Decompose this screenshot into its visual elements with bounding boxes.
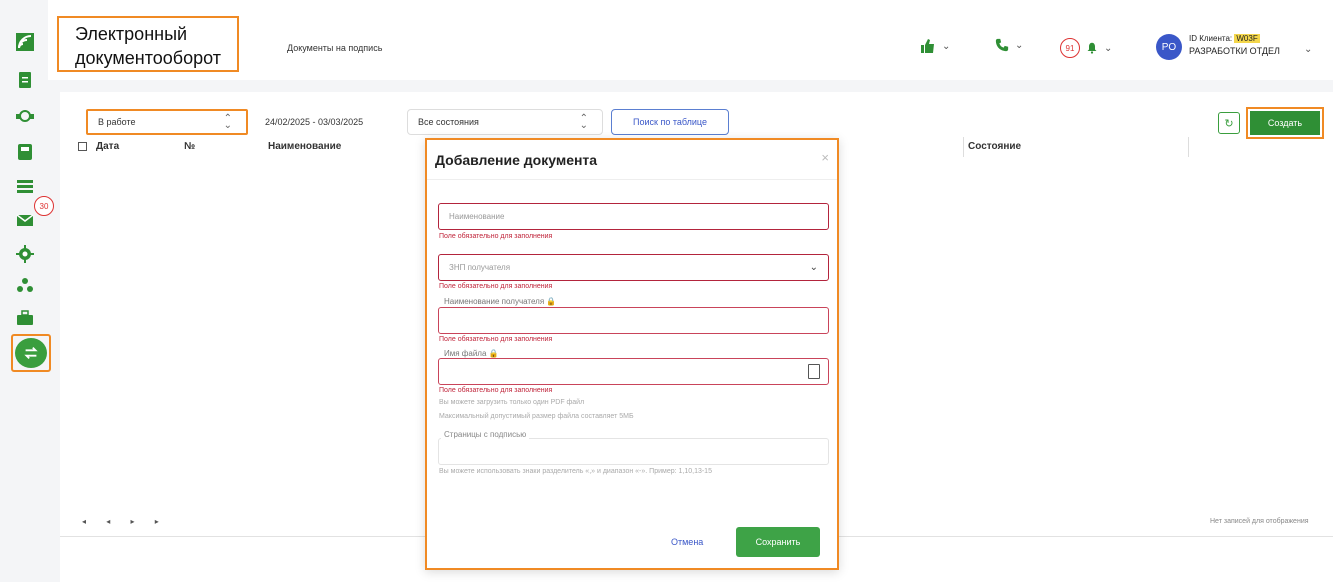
create-button-label: Создать [1250,111,1320,135]
chevron-down-icon: ⌄ [942,40,951,52]
client-id-value: W03F [1234,34,1260,43]
phone-menu[interactable]: ⌄ [995,38,1023,52]
bell-icon [1087,42,1097,54]
page-subtitle: Документы на подпись [287,43,383,53]
refresh-icon[interactable]: ↻ [1218,112,1240,134]
recipient-inn-placeholder: ЗНП получателя [449,263,511,272]
save-icon[interactable] [13,140,37,164]
chevron-down-icon[interactable]: ⌄ [1304,44,1312,55]
handshake-icon[interactable] [13,104,37,128]
recipient-name-label-text: Наименование получателя [444,297,545,306]
client-department: РАЗРАБОТКИ ОТДЕЛ [1189,46,1280,56]
signature-pages-hint: Вы можете использовать знаки разделитель… [439,468,712,475]
file-icon[interactable] [808,364,820,379]
app-title: Электронный документооборот [57,16,239,72]
logo-icon[interactable] [13,30,37,54]
recipient-name-error: Поле обязательно для заполнения [439,336,553,343]
client-info[interactable]: ID Клиента: W03F РАЗРАБОТКИ ОТДЕЛ [1189,32,1280,58]
column-divider [963,137,964,157]
column-number[interactable]: № [184,141,195,152]
cancel-button[interactable]: Отмена [671,537,703,547]
date-range-input[interactable]: 24/02/2025 - 03/03/2025 [254,109,399,135]
modal-header: Добавление документа × [427,140,837,180]
size-hint: Максимальный допустимый размер файла сос… [439,413,634,420]
briefcase-icon[interactable] [13,306,37,330]
chevron-down-icon: ⌄ [809,262,818,273]
chevron-down-icon: ⌄ [1015,39,1024,51]
signature-pages-input[interactable] [438,438,829,465]
notifications-count: 91 [1060,38,1080,58]
status-select-value: В работе [98,117,136,127]
select-all-checkbox[interactable] [78,142,87,151]
document-name-error: Поле обязательно для заполнения [439,233,553,240]
people-icon[interactable] [13,274,37,298]
document-name-placeholder: Наименование [449,212,505,221]
document-name-input[interactable]: Наименование [438,203,829,230]
header: Электронный документооборот Документы на… [48,0,1333,80]
avatar[interactable]: PO [1156,34,1182,60]
lock-icon: 🔒 [546,297,557,306]
column-divider [1188,137,1189,157]
sidebar-item-transfer[interactable] [11,334,51,372]
like-menu[interactable]: ⌄ [920,38,950,54]
recipient-inn-select[interactable]: ЗНП получателя ⌄ [438,254,829,281]
column-state[interactable]: Состояние [968,141,1021,152]
card-icon[interactable] [13,174,37,198]
transfer-icon [24,346,38,360]
status-select[interactable]: В работе ⌃ ⌄ [86,109,248,135]
lock-icon: 🔒 [488,349,499,358]
signature-pages-label: Страницы с подписью [441,430,530,439]
pager[interactable]: ◂ ◂ ▸ ▸ [82,517,168,526]
states-select[interactable]: Все состояния ⌃ ⌄ [407,109,603,135]
pdf-hint: Вы можете загрузить только один PDF файл [439,399,585,406]
file-name-label: Имя файла 🔒 [441,349,502,358]
create-button[interactable]: Создать [1246,107,1324,139]
gear-icon[interactable] [13,242,37,266]
updown-icon: ⌃ ⌄ [579,113,588,131]
app-root: 30 Электронный документооборот Документы… [0,0,1333,582]
file-name-error: Поле обязательно для заполнения [439,387,553,394]
chevron-down-icon: ⌄ [1104,42,1113,54]
date-range-value: 24/02/2025 - 03/03/2025 [265,117,364,127]
no-records-text: Нет записей для отображения [1210,518,1309,525]
save-button[interactable]: Сохранить [736,527,820,557]
recipient-name-label: Наименование получателя 🔒 [441,297,560,306]
mail-badge: 30 [34,196,54,216]
states-select-value: Все состояния [418,117,479,127]
sidebar: 30 [0,0,54,582]
phone-icon [995,38,1009,52]
mail-icon[interactable] [13,208,37,232]
add-document-modal: Добавление документа × Наименование Поле… [425,138,839,570]
column-date[interactable]: Дата [96,141,119,152]
updown-icon: ⌃ ⌄ [223,113,232,131]
file-name-field[interactable] [438,358,829,385]
close-icon[interactable]: × [821,150,829,165]
recipient-inn-error: Поле обязательно для заполнения [439,283,553,290]
thumbs-up-icon [921,39,934,53]
search-table-button[interactable]: Поиск по таблице [611,109,729,135]
client-id-label: ID Клиента: [1189,34,1233,43]
modal-title: Добавление документа [435,152,598,168]
column-name[interactable]: Наименование [268,141,341,152]
recipient-name-field [438,307,829,334]
document-icon[interactable] [13,68,37,92]
file-name-label-text: Имя файла [444,349,487,358]
notifications-menu[interactable]: 91 ⌄ [1060,38,1112,58]
